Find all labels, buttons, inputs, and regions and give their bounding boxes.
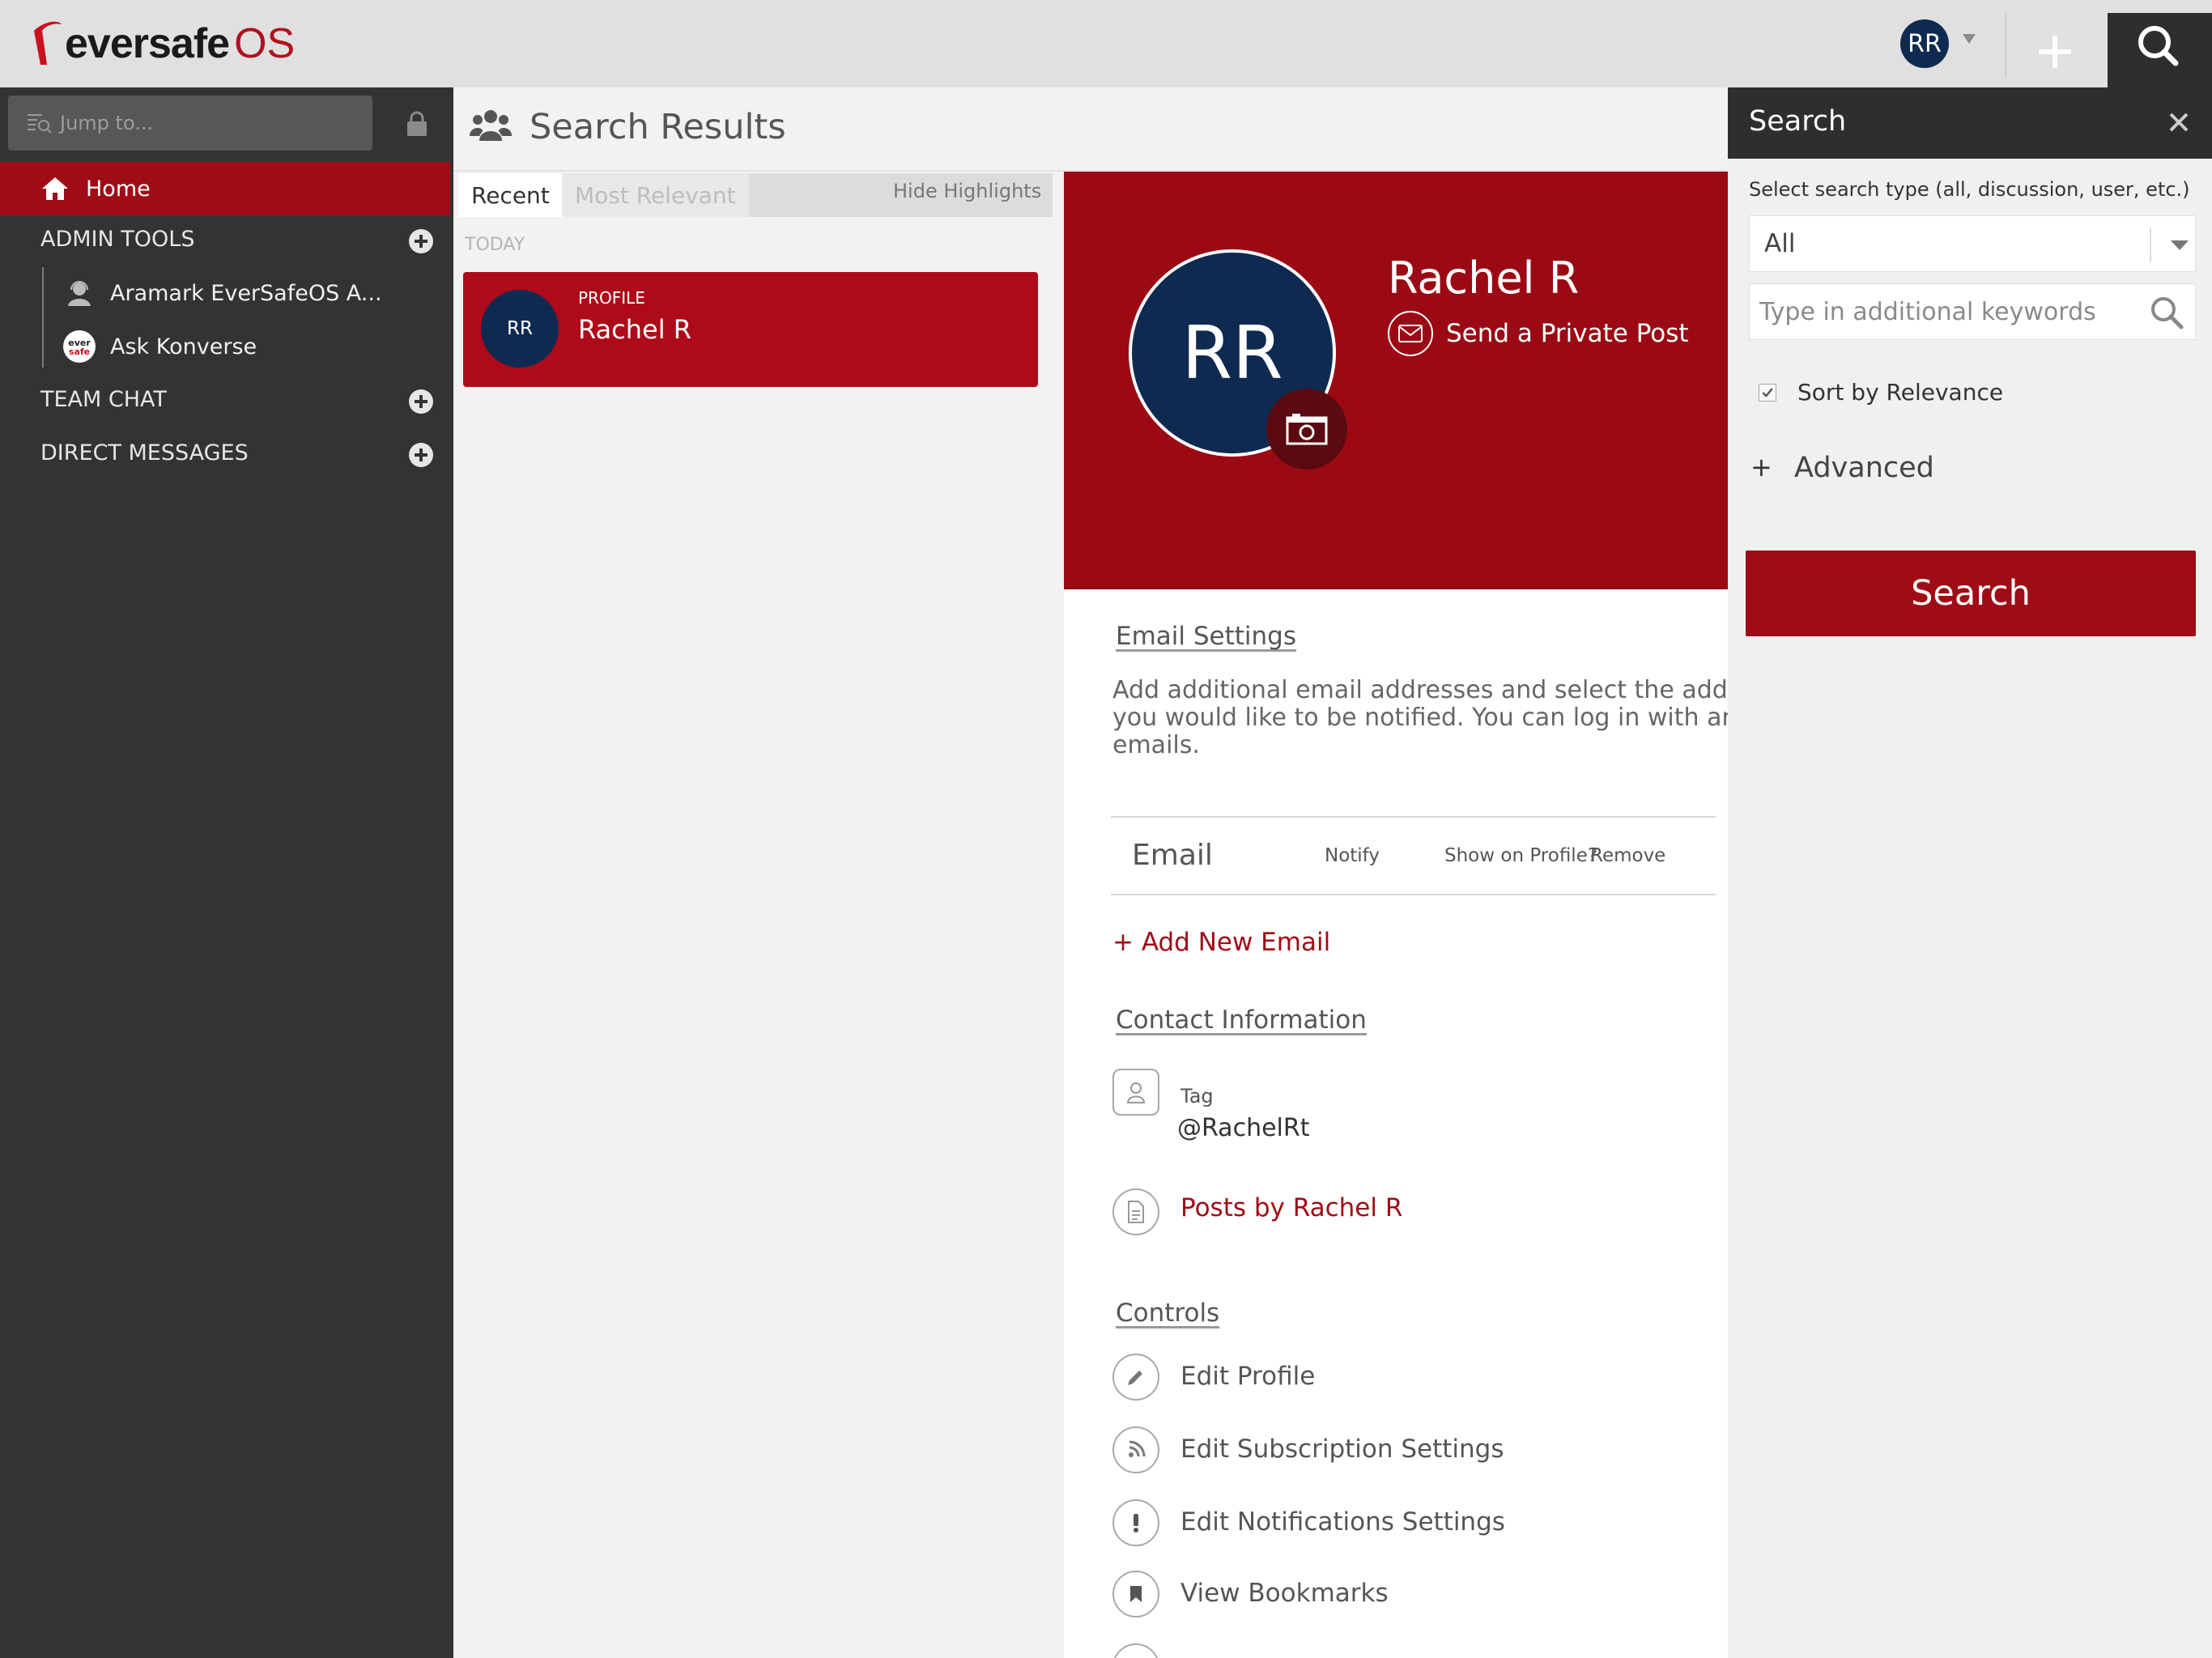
jump-to-input[interactable]: Jump to... (8, 96, 372, 151)
search-result-card[interactable]: RR PROFILE Rachel R (463, 272, 1038, 387)
account-caret-icon[interactable] (1963, 34, 1976, 44)
plus-icon[interactable] (2023, 18, 2087, 83)
posts-by-user-link[interactable]: Posts by Rachel R (1180, 1193, 1402, 1222)
page-title: Search Results (530, 107, 786, 147)
sidebar-item-aramark[interactable]: Aramark EverSafeOS A... (62, 275, 382, 311)
search-panel-title: Search (1749, 105, 1847, 138)
add-circle-icon[interactable] (408, 389, 434, 414)
view-bookmarks-link[interactable]: View Bookmarks (1180, 1579, 1389, 1608)
advanced-toggle[interactable]: Advanced (1794, 452, 1934, 484)
person-icon (1112, 1069, 1159, 1116)
search-button[interactable]: Search (1746, 551, 2196, 636)
tree-connector (42, 267, 44, 368)
description-line: you would like to be notified. You can l… (1112, 704, 1728, 732)
add-circle-icon[interactable] (408, 228, 434, 254)
sidebar-item-label: Ask Konverse (110, 334, 257, 359)
add-circle-icon[interactable] (408, 442, 434, 468)
top-bar: eversafe OS RR (0, 0, 2212, 87)
sort-by-relevance-checkbox[interactable] (1759, 384, 1776, 402)
section-team-chat[interactable]: TEAM CHAT (40, 387, 167, 412)
profile-panel: RR Rachel R Send a Private Post Email Se… (1064, 172, 1728, 1658)
envelope-icon (1388, 311, 1433, 356)
controls-heading: Controls (1116, 1299, 1220, 1328)
search-panel-header: Search (1728, 87, 2212, 159)
private-post-label: Send a Private Post (1446, 319, 1689, 348)
column-email: Email (1132, 839, 1213, 872)
sort-by-relevance-label[interactable]: Sort by Relevance (1797, 379, 2003, 406)
users-group-icon (470, 110, 512, 141)
sidebar-item-home[interactable]: Home (0, 162, 450, 215)
tab-recent[interactable]: Recent (458, 173, 563, 217)
column-remove: Remove (1590, 845, 1666, 866)
eversafe-logo-icon: ever safe (62, 329, 97, 364)
eversafe-logo[interactable]: eversafe OS (29, 11, 295, 76)
close-icon[interactable] (2165, 108, 2193, 136)
email-settings-heading: Email Settings (1116, 622, 1297, 651)
brand-suffix: OS (234, 20, 296, 67)
results-group-label: TODAY (465, 235, 525, 255)
send-private-post-button[interactable]: Send a Private Post (1388, 311, 1689, 356)
profile-banner: RR Rachel R Send a Private Post (1064, 172, 1728, 589)
hide-highlights-link[interactable]: Hide Highlights (893, 180, 1041, 202)
advanced-expand-icon[interactable]: + (1750, 452, 1772, 483)
rss-icon[interactable] (1112, 1426, 1159, 1473)
more-controls-icon[interactable] (1112, 1643, 1159, 1658)
section-direct-messages[interactable]: DIRECT MESSAGES (40, 440, 249, 466)
column-notify: Notify (1325, 845, 1380, 866)
edit-notifications-settings-link[interactable]: Edit Notifications Settings (1180, 1507, 1505, 1537)
jump-to-placeholder: Jump to... (60, 112, 154, 134)
edit-subscription-settings-link[interactable]: Edit Subscription Settings (1180, 1435, 1504, 1464)
result-name: Rachel R (578, 314, 691, 345)
change-photo-button[interactable] (1266, 389, 1347, 470)
home-icon (42, 177, 68, 200)
topbar-divider (2005, 13, 2006, 78)
result-avatar: RR (481, 290, 559, 368)
description-line: Add additional email addresses and selec… (1112, 676, 1728, 704)
description-line: emails. (1112, 731, 1200, 759)
checkmark-icon (1762, 388, 1773, 397)
search-icon[interactable] (2149, 295, 2184, 330)
bookmark-icon[interactable] (1112, 1571, 1159, 1618)
tag-label: Tag (1180, 1085, 1214, 1107)
brand-name: eversafe (65, 20, 230, 67)
search-toggle-button[interactable] (2108, 13, 2212, 87)
search-type-select[interactable]: All (1749, 215, 2196, 272)
user-avatar[interactable]: RR (1900, 19, 1949, 68)
edit-profile-link[interactable]: Edit Profile (1180, 1362, 1315, 1391)
tab-most-relevant[interactable]: Most Relevant (562, 173, 749, 217)
search-type-label: Select search type (all, discussion, use… (1749, 178, 2190, 201)
document-icon (1112, 1188, 1159, 1235)
profile-name: Rachel R (1388, 253, 1580, 304)
eversafe-swoosh-icon (34, 21, 62, 66)
contact-information-heading: Contact Information (1116, 1005, 1367, 1035)
exclamation-icon[interactable] (1112, 1499, 1159, 1546)
sidebar-item-label: Aramark EverSafeOS A... (110, 280, 382, 306)
select-divider (2150, 227, 2151, 261)
tag-value: @RachelRt (1177, 1114, 1310, 1142)
search-type-value: All (1764, 229, 1796, 258)
column-show-on-profile: Show on Profile? (1444, 845, 1598, 866)
result-kind: PROFILE (578, 288, 645, 308)
section-admin-tools[interactable]: ADMIN TOOLS (40, 227, 194, 252)
sidebar: Jump to... Home ADMIN TOOLS Aramark Ever… (0, 87, 453, 1658)
search-icon (2138, 26, 2179, 66)
email-table-header: Email Notify Show on Profile? Remove (1111, 816, 1716, 895)
email-settings-description: Add additional email addresses and selec… (1112, 677, 1728, 759)
camera-icon (1286, 414, 1328, 445)
agent-icon (62, 275, 97, 311)
lock-icon[interactable] (405, 110, 429, 138)
svg-text:safe: safe (69, 346, 90, 357)
home-label: Home (86, 176, 151, 202)
keywords-input[interactable] (1749, 283, 2196, 340)
pencil-icon[interactable] (1112, 1354, 1159, 1401)
jump-search-icon (28, 114, 52, 134)
search-panel: Search Select search type (all, discussi… (1728, 87, 2212, 1658)
sidebar-item-ask-konverse[interactable]: ever safe Ask Konverse (62, 329, 257, 364)
add-new-email-link[interactable]: + Add New Email (1112, 928, 1330, 957)
chevron-down-icon (2171, 240, 2189, 250)
